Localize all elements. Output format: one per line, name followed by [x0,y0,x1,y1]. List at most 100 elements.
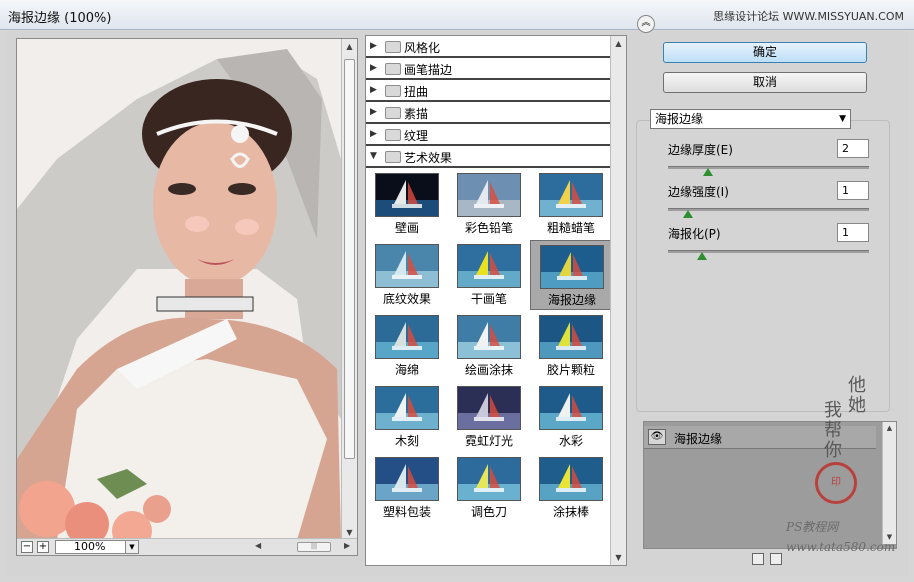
filter-select[interactable]: 海报边缘 ▼ [650,109,851,129]
watermark-site-url: www.tata580.com [786,540,896,554]
filter-thumbnail[interactable]: 调色刀 [448,453,530,523]
delete-effect-layer-icon[interactable] [770,553,782,565]
filter-preview-image [457,173,521,217]
expand-triangle-open-icon[interactable]: ▼ [370,151,377,161]
zoom-level-field[interactable]: 100% [55,540,127,554]
folder-icon [385,41,401,53]
filter-preview-image [375,457,439,501]
effect-layer-name: 海报边缘 [674,432,723,446]
filter-preview-image [457,386,521,430]
watermark-site-name: PS教程网 [786,520,839,534]
filter-thumbnail-label: 胶片颗粒 [546,363,595,377]
filter-thumbnail[interactable]: 海绵 [366,311,448,381]
ok-button[interactable]: 确定 [663,42,867,63]
scroll-up-icon[interactable]: ▲ [883,422,896,435]
brand-watermark: 思缘设计论坛 WWW.MISSYUAN.COM [713,10,904,23]
preview-image[interactable] [17,39,341,540]
folder-icon [385,107,401,119]
filter-preview-image [457,315,521,359]
folder-icon [385,85,401,97]
filter-list-scrollbar[interactable]: ▲ ▼ [610,36,626,565]
title-bar: 海报边缘 (100%) 思缘设计论坛 WWW.MISSYUAN.COM [0,0,914,30]
scroll-up-icon[interactable]: ▲ [342,39,357,54]
filter-thumbnail-label: 水彩 [558,434,583,448]
filter-thumbnail[interactable]: 胶片颗粒 [530,311,612,381]
param-edge-intensity-slider[interactable] [668,208,869,211]
zoom-in-button[interactable]: + [37,541,49,553]
scroll-right-icon[interactable]: ▶ [344,541,350,550]
expand-triangle-icon[interactable]: ▶ [370,129,377,139]
filter-preview-image [539,315,603,359]
filter-settings-panel [636,120,890,412]
filter-thumbnail[interactable]: 水彩 [530,382,612,452]
filter-gallery: ▶ 风格化 ▶ 画笔描边 ▶ 扭曲 ▶ 素描 ▶ 纹理 ▼ 艺术效果 壁画 彩色铅笔 粗糙蜡笔 底纹效果 干画… [365,35,627,566]
horizontal-scroll-thumb[interactable]: ||| [297,542,331,552]
cancel-button[interactable]: 取消 [663,72,867,93]
slider-thumb[interactable] [703,168,714,176]
zoom-dropdown-icon[interactable]: ▼ [125,540,139,554]
collapse-gallery-button[interactable]: ︽ [637,15,655,33]
filter-category[interactable]: ▶ 画笔描边 [366,58,612,80]
filter-category-label: 画笔描边 [404,63,453,77]
filter-thumbnail[interactable]: 绘画涂抹 [448,311,530,381]
filter-preview-image [539,457,603,501]
filter-thumbnail-label: 彩色铅笔 [464,221,513,235]
bride-photo [17,39,341,540]
param-edge-thickness-slider[interactable] [668,166,869,169]
scroll-thumb[interactable] [344,59,355,459]
expand-triangle-icon[interactable]: ▶ [370,85,377,95]
param-edge-intensity-input[interactable]: 1 [837,181,869,200]
filter-category[interactable]: ▶ 素描 [366,102,612,124]
filter-select-value: 海报边缘 [655,112,704,126]
effect-layers-panel: 👁 海报边缘 ▲ ▼ [643,421,897,549]
watermark-text-2: 我帮你 [821,400,842,460]
expand-triangle-icon[interactable]: ▶ [370,41,377,51]
filter-thumbnail-label: 涂抹棒 [552,505,589,519]
filter-thumbnail[interactable]: 底纹效果 [366,240,448,310]
param-edge-thickness-input[interactable]: 2 [837,139,869,158]
slider-thumb[interactable] [697,252,708,260]
scroll-left-icon[interactable]: ◀ [255,541,261,550]
filter-preview-image [539,386,603,430]
layers-scrollbar[interactable]: ▲ ▼ [882,422,896,544]
filter-thumbnail[interactable]: 涂抹棒 [530,453,612,523]
filter-thumbnail-label: 调色刀 [470,505,507,519]
zoom-out-button[interactable]: − [21,541,33,553]
watermark-seal: 印 [815,462,857,504]
filter-category-label: 素描 [404,107,429,121]
filter-category[interactable]: ▶ 纹理 [366,124,612,146]
filter-thumbnail-label: 海绵 [394,363,419,377]
preview-pane[interactable]: ▲ ▼ − + 100% ▼ ◀ ||| ▶ [16,38,358,556]
filter-thumbnail[interactable]: 干画笔 [448,240,530,310]
filter-category[interactable]: ▼ 艺术效果 [366,146,612,168]
expand-triangle-icon[interactable]: ▶ [370,107,377,117]
folder-icon [385,63,401,75]
filter-category[interactable]: ▶ 扭曲 [366,80,612,102]
param-posterization-input[interactable]: 1 [837,223,869,242]
folder-icon [385,129,401,141]
filter-thumbnail-label: 海报边缘 [547,293,596,307]
scroll-up-icon[interactable]: ▲ [611,36,626,51]
slider-thumb[interactable] [683,210,694,218]
filter-thumbnail-label: 底纹效果 [382,292,431,306]
filter-preview-image [375,244,439,288]
expand-triangle-icon[interactable]: ▶ [370,63,377,73]
filter-thumbnail-label: 霓虹灯光 [464,434,513,448]
preview-vertical-scrollbar[interactable]: ▲ ▼ [341,39,357,540]
new-effect-layer-icon[interactable] [752,553,764,565]
watermark-text-1: 他她 [845,375,866,415]
filter-thumbnail[interactable]: 塑料包装 [366,453,448,523]
filter-thumbnail[interactable]: 木刻 [366,382,448,452]
filter-thumbnail[interactable]: 霓虹灯光 [448,382,530,452]
filter-thumbnail[interactable]: 粗糙蜡笔 [530,169,612,239]
filter-thumbnail[interactable]: 壁画 [366,169,448,239]
scroll-down-icon[interactable]: ▼ [611,550,626,565]
eye-icon[interactable]: 👁 [648,429,666,445]
filter-preview-image [539,173,603,217]
param-edge-intensity-label: 边缘强度(I) [668,185,729,199]
chevron-down-icon: ▼ [839,114,846,124]
filter-category[interactable]: ▶ 风格化 [366,36,612,58]
filter-thumbnail[interactable]: 海报边缘 [530,240,612,310]
filter-thumbnail[interactable]: 彩色铅笔 [448,169,530,239]
filter-preview-image [375,386,439,430]
